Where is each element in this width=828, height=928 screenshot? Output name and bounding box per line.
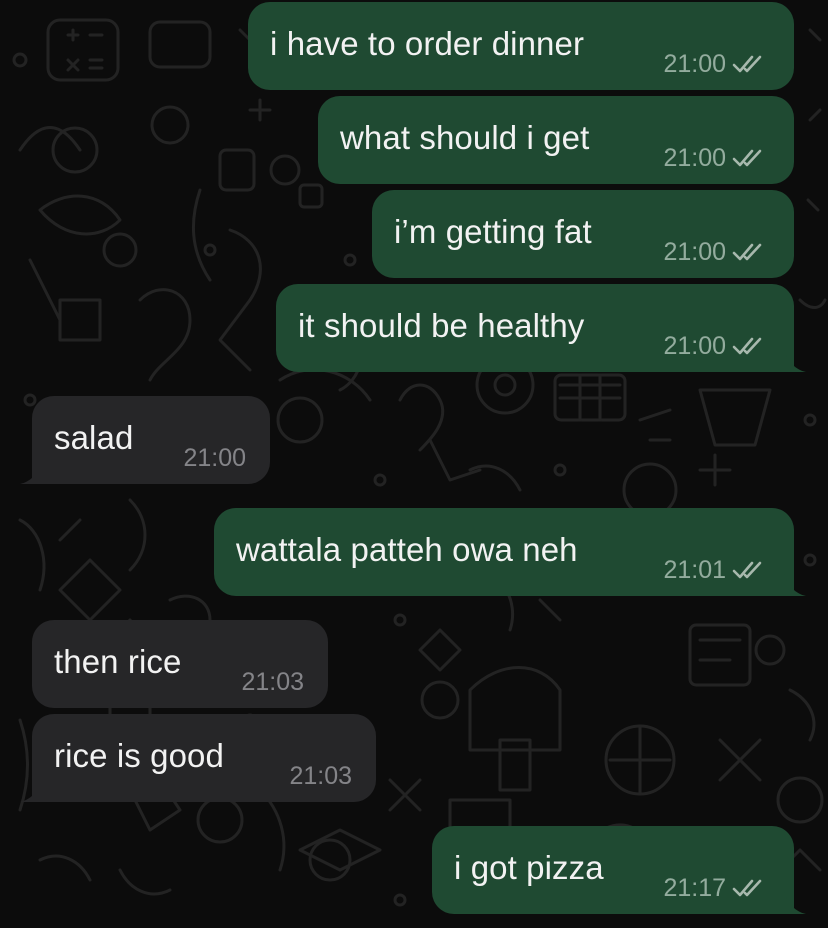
message-meta: 21:00	[663, 50, 764, 78]
message-text: wattala patteh owa neh	[236, 531, 578, 568]
message-bubble-outgoing[interactable]: i’m getting fat 21:00	[372, 190, 794, 278]
message-meta: 21:00	[663, 332, 764, 360]
message-timestamp: 21:03	[241, 668, 304, 696]
message-text: i have to order dinner	[270, 25, 585, 62]
message-text: what should i get	[340, 119, 590, 156]
message-text: i’m getting fat	[394, 213, 592, 250]
message-text: salad	[54, 419, 134, 456]
bubble-tail	[784, 574, 806, 596]
message-bubble-outgoing[interactable]: what should i get 21:00	[318, 96, 794, 184]
message-text: it should be healthy	[298, 307, 585, 344]
message-bubble-incoming[interactable]: rice is good 21:03	[20, 714, 376, 802]
message-meta: 21:00	[663, 238, 764, 266]
read-double-check-icon	[732, 149, 762, 167]
read-double-check-icon	[732, 243, 762, 261]
message-meta: 21:03	[241, 668, 304, 696]
message-timestamp: 21:00	[183, 444, 246, 472]
message-bubble-outgoing[interactable]: it should be healthy 21:00	[276, 284, 806, 372]
message-timestamp: 21:17	[663, 874, 726, 902]
message-timestamp: 21:01	[663, 556, 726, 584]
message-timestamp: 21:00	[663, 332, 726, 360]
read-double-check-icon	[732, 879, 762, 897]
message-bubble-outgoing[interactable]: i got pizza 21:17	[432, 826, 806, 914]
bubble-tail	[20, 780, 42, 802]
read-double-check-icon	[732, 337, 762, 355]
message-meta: 21:00	[183, 444, 246, 472]
message-meta: 21:01	[663, 556, 764, 584]
message-timestamp: 21:00	[663, 238, 726, 266]
message-timestamp: 21:00	[663, 50, 726, 78]
message-bubble-outgoing[interactable]: i have to order dinner 21:00	[248, 2, 794, 90]
message-text: then rice	[54, 643, 182, 680]
message-text: i got pizza	[454, 849, 604, 886]
read-double-check-icon	[732, 561, 762, 579]
message-meta: 21:00	[663, 144, 764, 172]
message-bubble-incoming[interactable]: then rice 21:03	[32, 620, 328, 708]
bubble-tail	[20, 462, 42, 484]
bubble-tail	[784, 350, 806, 372]
message-meta: 21:03	[289, 762, 352, 790]
message-meta: 21:17	[663, 874, 764, 902]
message-text: rice is good	[54, 737, 224, 774]
chat-view[interactable]: i have to order dinner 21:00 what should…	[0, 0, 828, 928]
message-bubble-outgoing[interactable]: wattala patteh owa neh 21:01	[214, 508, 806, 596]
read-double-check-icon	[732, 55, 762, 73]
message-timestamp: 21:03	[289, 762, 352, 790]
bubble-tail	[784, 892, 806, 914]
message-timestamp: 21:00	[663, 144, 726, 172]
message-bubble-incoming[interactable]: salad 21:00	[20, 396, 270, 484]
